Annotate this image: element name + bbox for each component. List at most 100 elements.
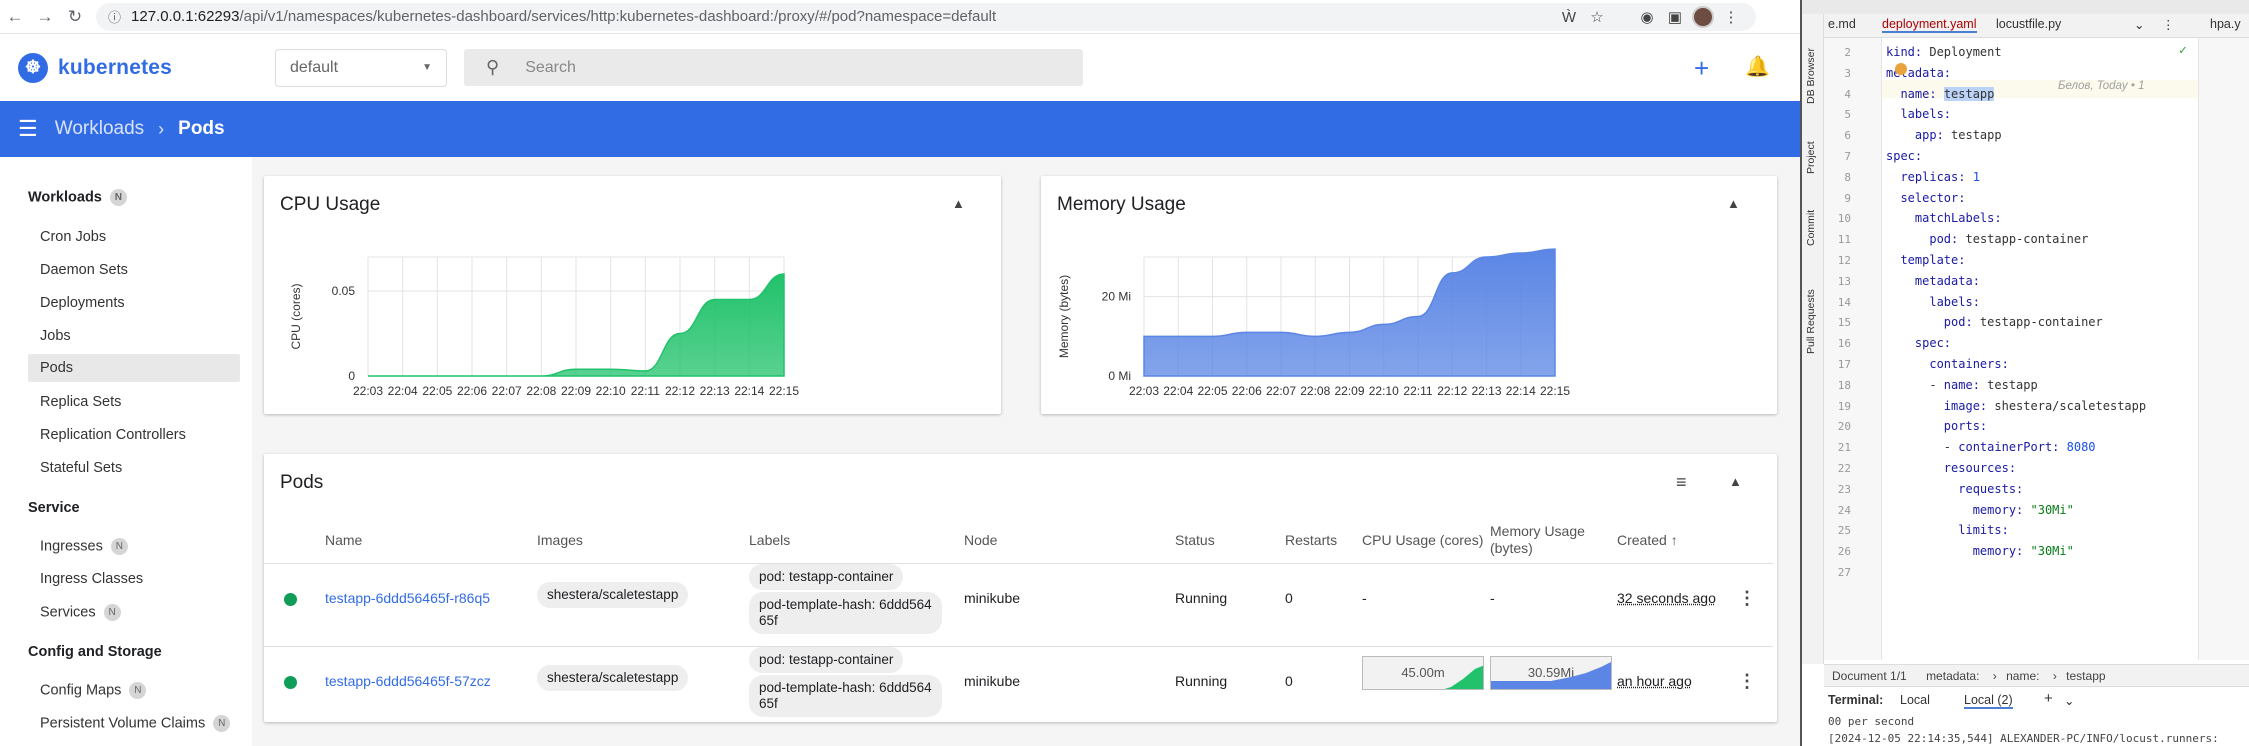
sort-arrow-up-icon: ↑ xyxy=(1670,532,1678,548)
db-browser-tab[interactable]: DB Browser xyxy=(1805,48,1817,104)
more-tabs-icon[interactable]: ⋮ xyxy=(2162,17,2175,32)
y-axis-label: CPU (cores) xyxy=(289,283,303,349)
address-bar[interactable]: ⓘ 127.0.0.1:62293/api/v1/namespaces/kube… xyxy=(96,2,1756,31)
line-number: 15 xyxy=(1837,316,1851,330)
breadcrumb-workloads[interactable]: Workloads xyxy=(55,118,144,140)
tool-window-strip: DB Browser Project Commit Pull Requests xyxy=(1802,14,1824,664)
sidebar-item-daemon-sets[interactable]: Daemon Sets xyxy=(40,262,128,278)
x-tick-label: 22:09 xyxy=(1334,384,1364,398)
memory-usage-card: Memory Usage ▲ 22:03 22:04 22:05 22:06 22:07… xyxy=(1041,176,1777,414)
column-header-created[interactable]: Created ↑ xyxy=(1617,532,1678,548)
sidebar-item-ingress-classes[interactable]: Ingress Classes xyxy=(40,571,143,587)
tab-locustfile[interactable]: locustfile.py xyxy=(1996,17,2061,31)
terminal-output-line: 00 per second xyxy=(1828,715,1915,728)
column-header-status[interactable]: Status xyxy=(1175,532,1215,548)
breadcrumb-metadata[interactable]: metadata: xyxy=(1926,669,1979,683)
extensions-icon[interactable]: ▣ xyxy=(1661,3,1689,31)
pull-requests-tab[interactable]: Pull Requests xyxy=(1805,289,1817,354)
sidebar-section-service[interactable]: Service xyxy=(28,500,80,516)
x-tick-label: 22:07 xyxy=(492,384,522,398)
media-icon[interactable]: ◉ xyxy=(1633,3,1661,31)
image-chip: shestera/scaletestapp xyxy=(537,582,689,608)
line-number: 19 xyxy=(1837,399,1851,413)
reload-icon[interactable]: ↻ xyxy=(60,2,90,32)
running-status-icon xyxy=(284,676,297,689)
create-resource-icon[interactable]: + xyxy=(1694,53,1709,84)
sidebar-item-stateful-sets[interactable]: Stateful Sets xyxy=(40,460,122,476)
line-number: 11 xyxy=(1837,233,1851,247)
translate-icon[interactable]: Ẁ xyxy=(1555,3,1583,31)
line-number: 18 xyxy=(1837,378,1851,392)
item-label: Persistent Volume Claims xyxy=(40,715,206,732)
x-tick-label: 22:04 xyxy=(1163,384,1193,398)
sidebar-item-pods[interactable]: Pods xyxy=(28,354,240,382)
notifications-icon[interactable]: 🔔 xyxy=(1745,54,1770,79)
filter-icon[interactable]: ≡ xyxy=(1676,472,1687,493)
code-line: selector: xyxy=(1900,190,1966,205)
back-icon[interactable]: ← xyxy=(0,2,30,32)
breadcrumb-name[interactable]: name: xyxy=(2006,669,2039,683)
kubernetes-logo[interactable]: ☸ kubernetes xyxy=(18,52,258,83)
x-tick-label: 22:05 xyxy=(1197,384,1227,398)
column-header-name[interactable]: Name xyxy=(325,532,362,548)
breadcrumb-value[interactable]: testapp xyxy=(2066,669,2105,683)
code-line: name: testapp xyxy=(1900,86,1995,101)
sidebar-item-replica-sets[interactable]: Replica Sets xyxy=(40,394,121,410)
sidebar-item-config-maps[interactable]: Config Maps N xyxy=(40,682,147,699)
code-line: memory: "30Mi" xyxy=(1972,502,2074,517)
bookmark-star-icon[interactable]: ☆ xyxy=(1583,3,1611,31)
sidebar-item-persistent-volume-claims[interactable]: Persistent Volume Claims N xyxy=(40,715,231,732)
pod-name-link[interactable]: testapp-6ddd56465f-57zcz xyxy=(325,673,491,689)
line-number: 8 xyxy=(1844,170,1851,184)
cpu-usage-value: - xyxy=(1362,590,1367,606)
row-actions-icon[interactable]: ⋮ xyxy=(1738,588,1756,609)
row-actions-icon[interactable]: ⋮ xyxy=(1738,671,1756,692)
search-input[interactable]: ⚲ Search xyxy=(464,49,1083,86)
info-icon[interactable]: ⓘ xyxy=(108,7,121,26)
sidebar-item-deployments[interactable]: Deployments xyxy=(40,295,125,311)
tab-deployment-yaml[interactable]: deployment.yaml xyxy=(1882,17,1977,33)
pod-name-link[interactable]: testapp-6ddd56465f-r86q5 xyxy=(325,590,490,606)
code-line: pod: testapp-container xyxy=(1943,315,2103,330)
sidebar: Workloads N Cron Jobs Daemon Sets Deploym… xyxy=(0,157,252,746)
header-label: Created xyxy=(1617,532,1667,548)
terminal-dropdown-icon[interactable]: ⌄ xyxy=(2064,693,2074,708)
column-header-restarts[interactable]: Restarts xyxy=(1285,532,1337,548)
namespace-selector[interactable]: default ▼ xyxy=(275,48,447,87)
code-line: ports: xyxy=(1943,419,1988,434)
image-chip: shestera/scaletestapp xyxy=(537,665,689,691)
collapse-caret-icon[interactable]: ▲ xyxy=(1729,474,1742,489)
tabs-dropdown-icon[interactable]: ⌄ xyxy=(2134,17,2144,32)
commit-tab[interactable]: Commit xyxy=(1805,210,1817,246)
column-header-node[interactable]: Node xyxy=(964,532,997,548)
sidebar-item-services[interactable]: Services N xyxy=(40,604,121,621)
dropdown-arrow-icon: ▼ xyxy=(422,62,432,73)
tab-hpa[interactable]: hpa.y xyxy=(2210,17,2241,31)
line-number: 23 xyxy=(1837,482,1851,496)
sidebar-section-config-storage[interactable]: Config and Storage xyxy=(28,644,162,660)
hamburger-menu-icon[interactable]: ☰ xyxy=(18,116,38,142)
new-terminal-icon[interactable]: + xyxy=(2044,690,2053,707)
project-tab[interactable]: Project xyxy=(1805,141,1817,174)
editor-tabs: e.md deployment.yaml locustfile.py ⌄ ⋮ h… xyxy=(1824,14,2249,38)
tab-readme[interactable]: e.md xyxy=(1828,17,1856,31)
x-tick-label: 22:14 xyxy=(1506,384,1536,398)
sidebar-item-ingresses[interactable]: Ingresses N xyxy=(40,538,128,555)
sidebar-item-replication-controllers[interactable]: Replication Controllers xyxy=(40,427,186,443)
column-header-memory: Memory Usage xyxy=(1490,523,1585,539)
intention-bulb-icon[interactable] xyxy=(1895,63,1907,75)
sidebar-item-jobs[interactable]: Jobs xyxy=(40,328,71,344)
profile-avatar[interactable] xyxy=(1689,3,1717,31)
breadcrumb-current: Pods xyxy=(178,118,225,139)
split-editor-pane xyxy=(2198,38,2249,660)
browser-menu-icon[interactable]: ⋮ xyxy=(1717,3,1745,31)
sidebar-section-workloads[interactable]: Workloads N xyxy=(28,189,127,206)
terminal-tab-local-2[interactable]: Local (2) xyxy=(1964,693,2013,709)
chevron-right-icon: › xyxy=(158,118,165,139)
namespace-value: default xyxy=(290,58,339,76)
line-number: 24 xyxy=(1837,503,1851,517)
new-badge: N xyxy=(213,715,231,732)
forward-icon[interactable]: → xyxy=(30,2,60,32)
terminal-tab-local[interactable]: Local xyxy=(1900,693,1930,707)
sidebar-item-cron-jobs[interactable]: Cron Jobs xyxy=(40,229,106,245)
